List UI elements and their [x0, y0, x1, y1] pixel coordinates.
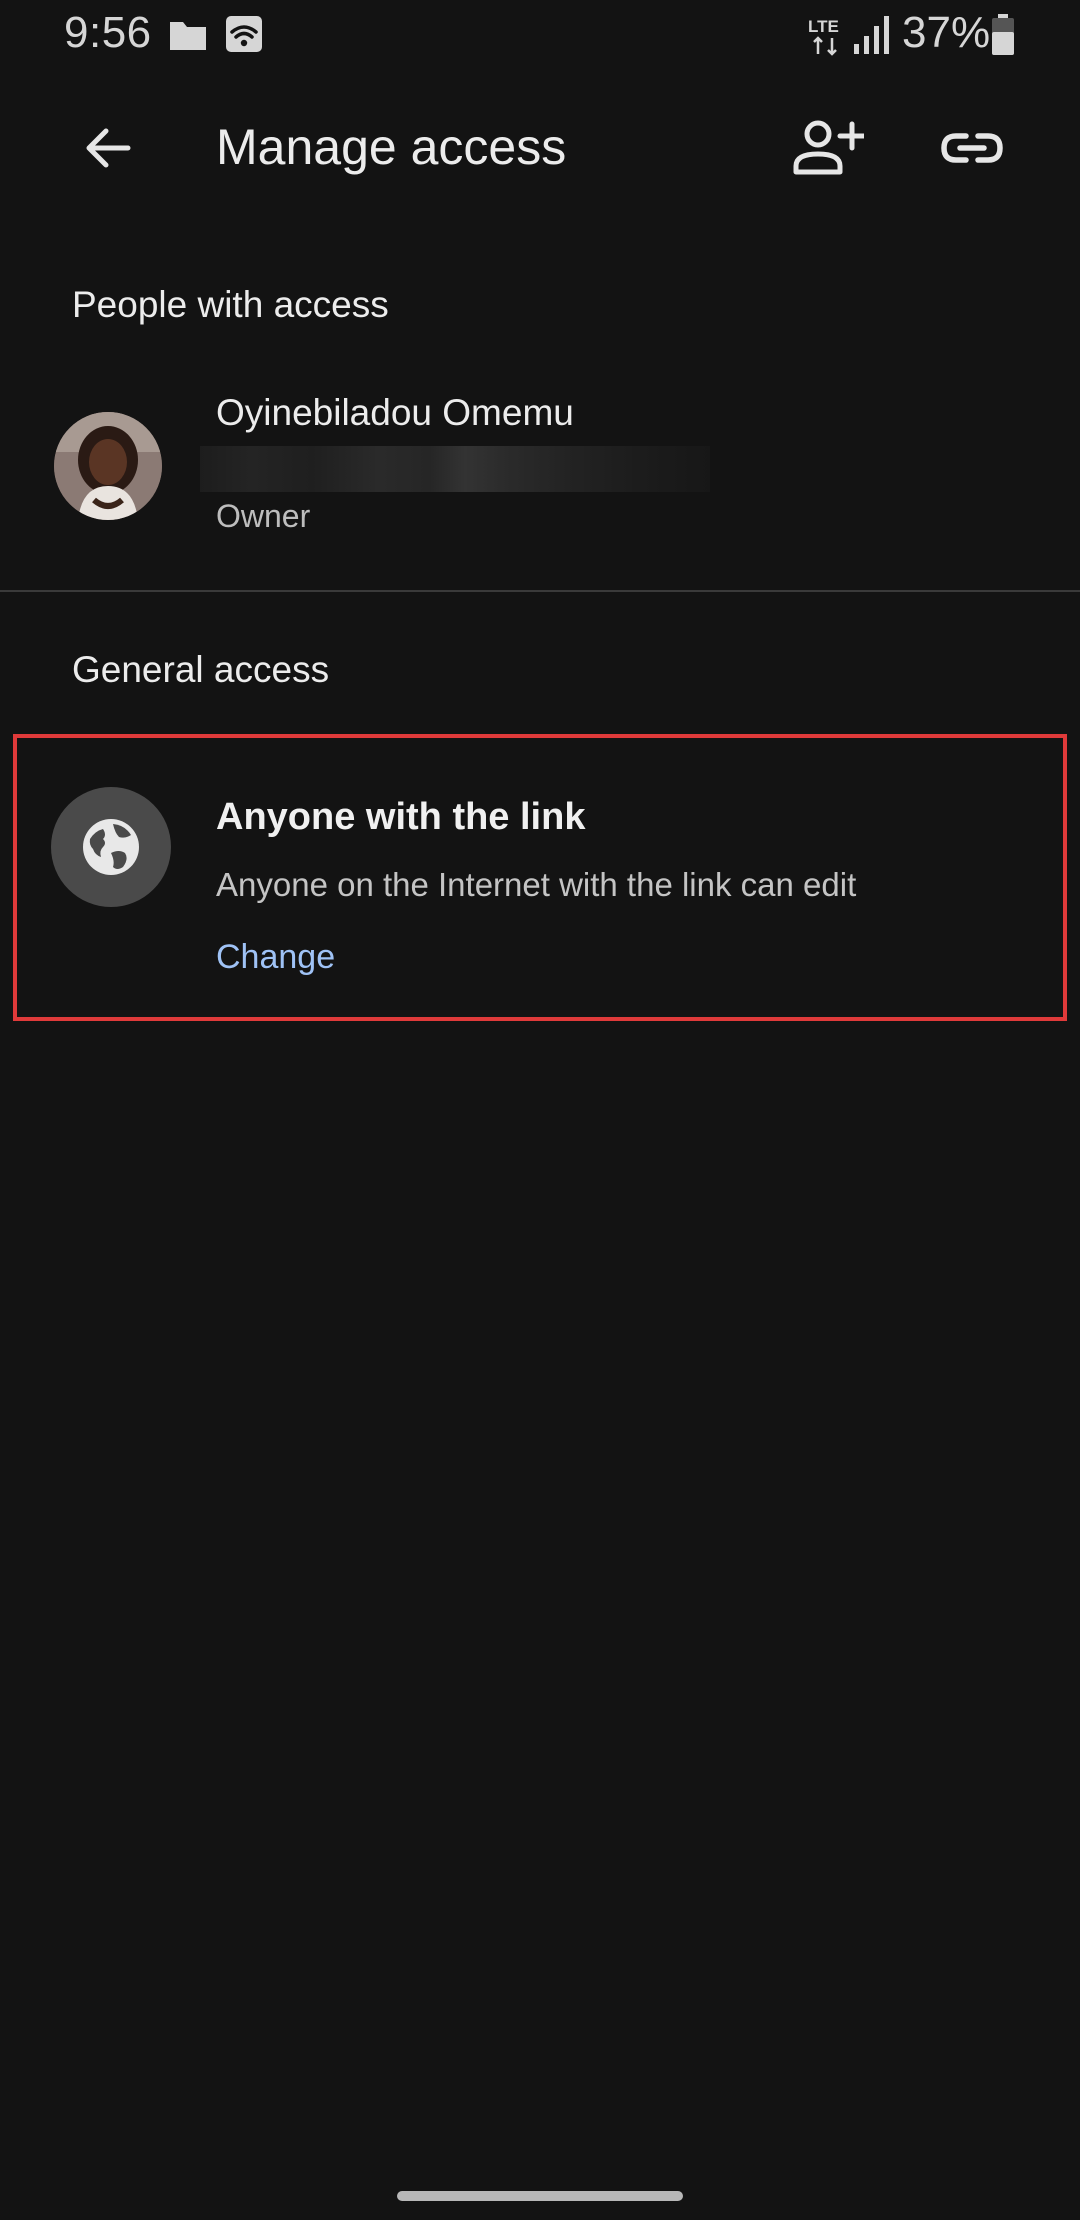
- globe-icon: [51, 787, 171, 907]
- signal-icon: [852, 14, 892, 61]
- access-level-title: Anyone with the link: [216, 796, 586, 838]
- redacted-email: [200, 446, 710, 492]
- person-name: Oyinebiladou Omemu: [216, 392, 574, 433]
- person-row-owner[interactable]: Oyinebiladou Omemu Owner: [0, 380, 1080, 560]
- status-time: 9:56: [64, 8, 152, 57]
- person-add-icon: [792, 118, 867, 183]
- general-access-header: General access: [72, 649, 330, 690]
- page-title: Manage access: [216, 119, 567, 175]
- gesture-navigation-bar[interactable]: [397, 2191, 683, 2201]
- add-person-button[interactable]: [780, 102, 876, 198]
- person-role: Owner: [216, 498, 311, 534]
- battery-icon: [990, 14, 1016, 61]
- svg-text:LTE: LTE: [808, 17, 839, 36]
- change-access-button[interactable]: Change: [216, 938, 335, 977]
- arrow-back-icon: [80, 120, 136, 181]
- wifi-icon: [224, 14, 264, 59]
- avatar: [54, 412, 162, 520]
- folder-icon: [168, 18, 208, 57]
- people-with-access-header: People with access: [72, 284, 389, 325]
- divider: [0, 590, 1080, 592]
- battery-percent: 37%: [902, 8, 991, 57]
- back-button[interactable]: [60, 102, 156, 198]
- status-bar: 9:56 LTE 37%: [0, 0, 1080, 72]
- access-level-description: Anyone on the Internet with the link can…: [216, 866, 857, 903]
- general-access-card[interactable]: Anyone with the link Anyone on the Inter…: [13, 734, 1067, 1021]
- app-bar: Manage access: [0, 90, 1080, 210]
- lte-icon: LTE: [806, 14, 846, 63]
- copy-link-button[interactable]: [924, 102, 1020, 198]
- link-icon: [940, 130, 1004, 171]
